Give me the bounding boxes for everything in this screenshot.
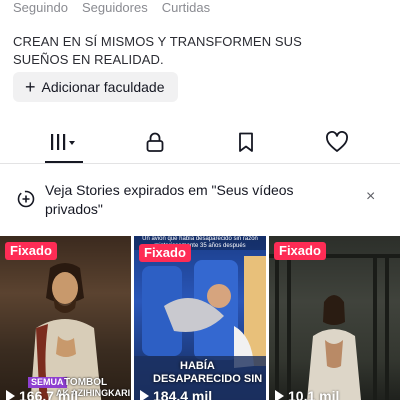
video-thumbnail[interactable]: Fixado 10,1 mil (269, 236, 400, 400)
pinned-badge: Fixado (274, 242, 326, 260)
videos-grid-icon (51, 133, 75, 150)
video-grid: Fixado SEMUA TOMBOL AK AZIHINGKARI 166,7… (0, 236, 400, 400)
lock-icon (146, 132, 164, 152)
pinned-badge: Fixado (5, 242, 57, 260)
play-icon (275, 390, 284, 400)
expired-stories-banner[interactable]: Veja Stories expirados em "Seus vídeos p… (0, 175, 400, 223)
view-count-value: 184,4 mil (153, 388, 213, 400)
play-icon (6, 390, 15, 400)
followers-label[interactable]: Seguidores (82, 0, 148, 16)
view-count: 184,4 mil (140, 388, 212, 400)
banner-text: Veja Stories expirados em "Seus vídeos p… (45, 182, 294, 217)
heart-icon (326, 130, 348, 152)
bio-line-2: SUEÑOS EN REALIDAD. (13, 52, 164, 67)
video-caption: HABÍA (180, 360, 215, 372)
video-caption: TOMBOL (64, 377, 108, 388)
profile-bio: CREAN EN SÍ MISMOS Y TRANSFORMEN SUS SUE… (13, 33, 343, 69)
add-college-label: Adicionar faculdade (41, 79, 165, 95)
add-college-button[interactable]: + Adicionar faculdade (13, 72, 178, 102)
play-icon (140, 390, 149, 400)
profile-tabs (0, 120, 400, 164)
video-caption: DESAPARECIDO SIN (153, 373, 263, 385)
tab-saved[interactable] (216, 120, 276, 163)
likes-label[interactable]: Curtidas (162, 0, 210, 16)
bookmark-icon (239, 132, 253, 152)
following-label[interactable]: Seguindo (13, 0, 68, 16)
video-thumbnail[interactable]: Fixado SEMUA TOMBOL AK AZIHINGKARI 166,7… (0, 236, 131, 400)
tab-liked[interactable] (307, 120, 367, 163)
tab-videos[interactable] (34, 120, 94, 163)
pinned-badge: Fixado (139, 244, 191, 262)
view-count-value: 10,1 mil (288, 388, 340, 400)
view-count: 166,7 mil (6, 388, 78, 400)
close-icon[interactable]: × (366, 189, 375, 205)
video-thumbnail[interactable]: Un avion que había desaparecido sin razó… (134, 236, 266, 400)
story-add-icon (17, 190, 35, 208)
bio-line-1: CREAN EN SÍ MISMOS Y TRANSFORMEN SUS (13, 34, 302, 49)
profile-stats-labels: Seguindo Seguidores Curtidas (13, 0, 224, 16)
tab-private[interactable] (125, 120, 185, 163)
view-count-value: 166,7 mil (19, 388, 79, 400)
video-caption-highlight: SEMUA (28, 377, 67, 388)
view-count: 10,1 mil (275, 388, 339, 400)
plus-icon: + (25, 77, 36, 97)
thumbnail-scene (269, 254, 400, 400)
